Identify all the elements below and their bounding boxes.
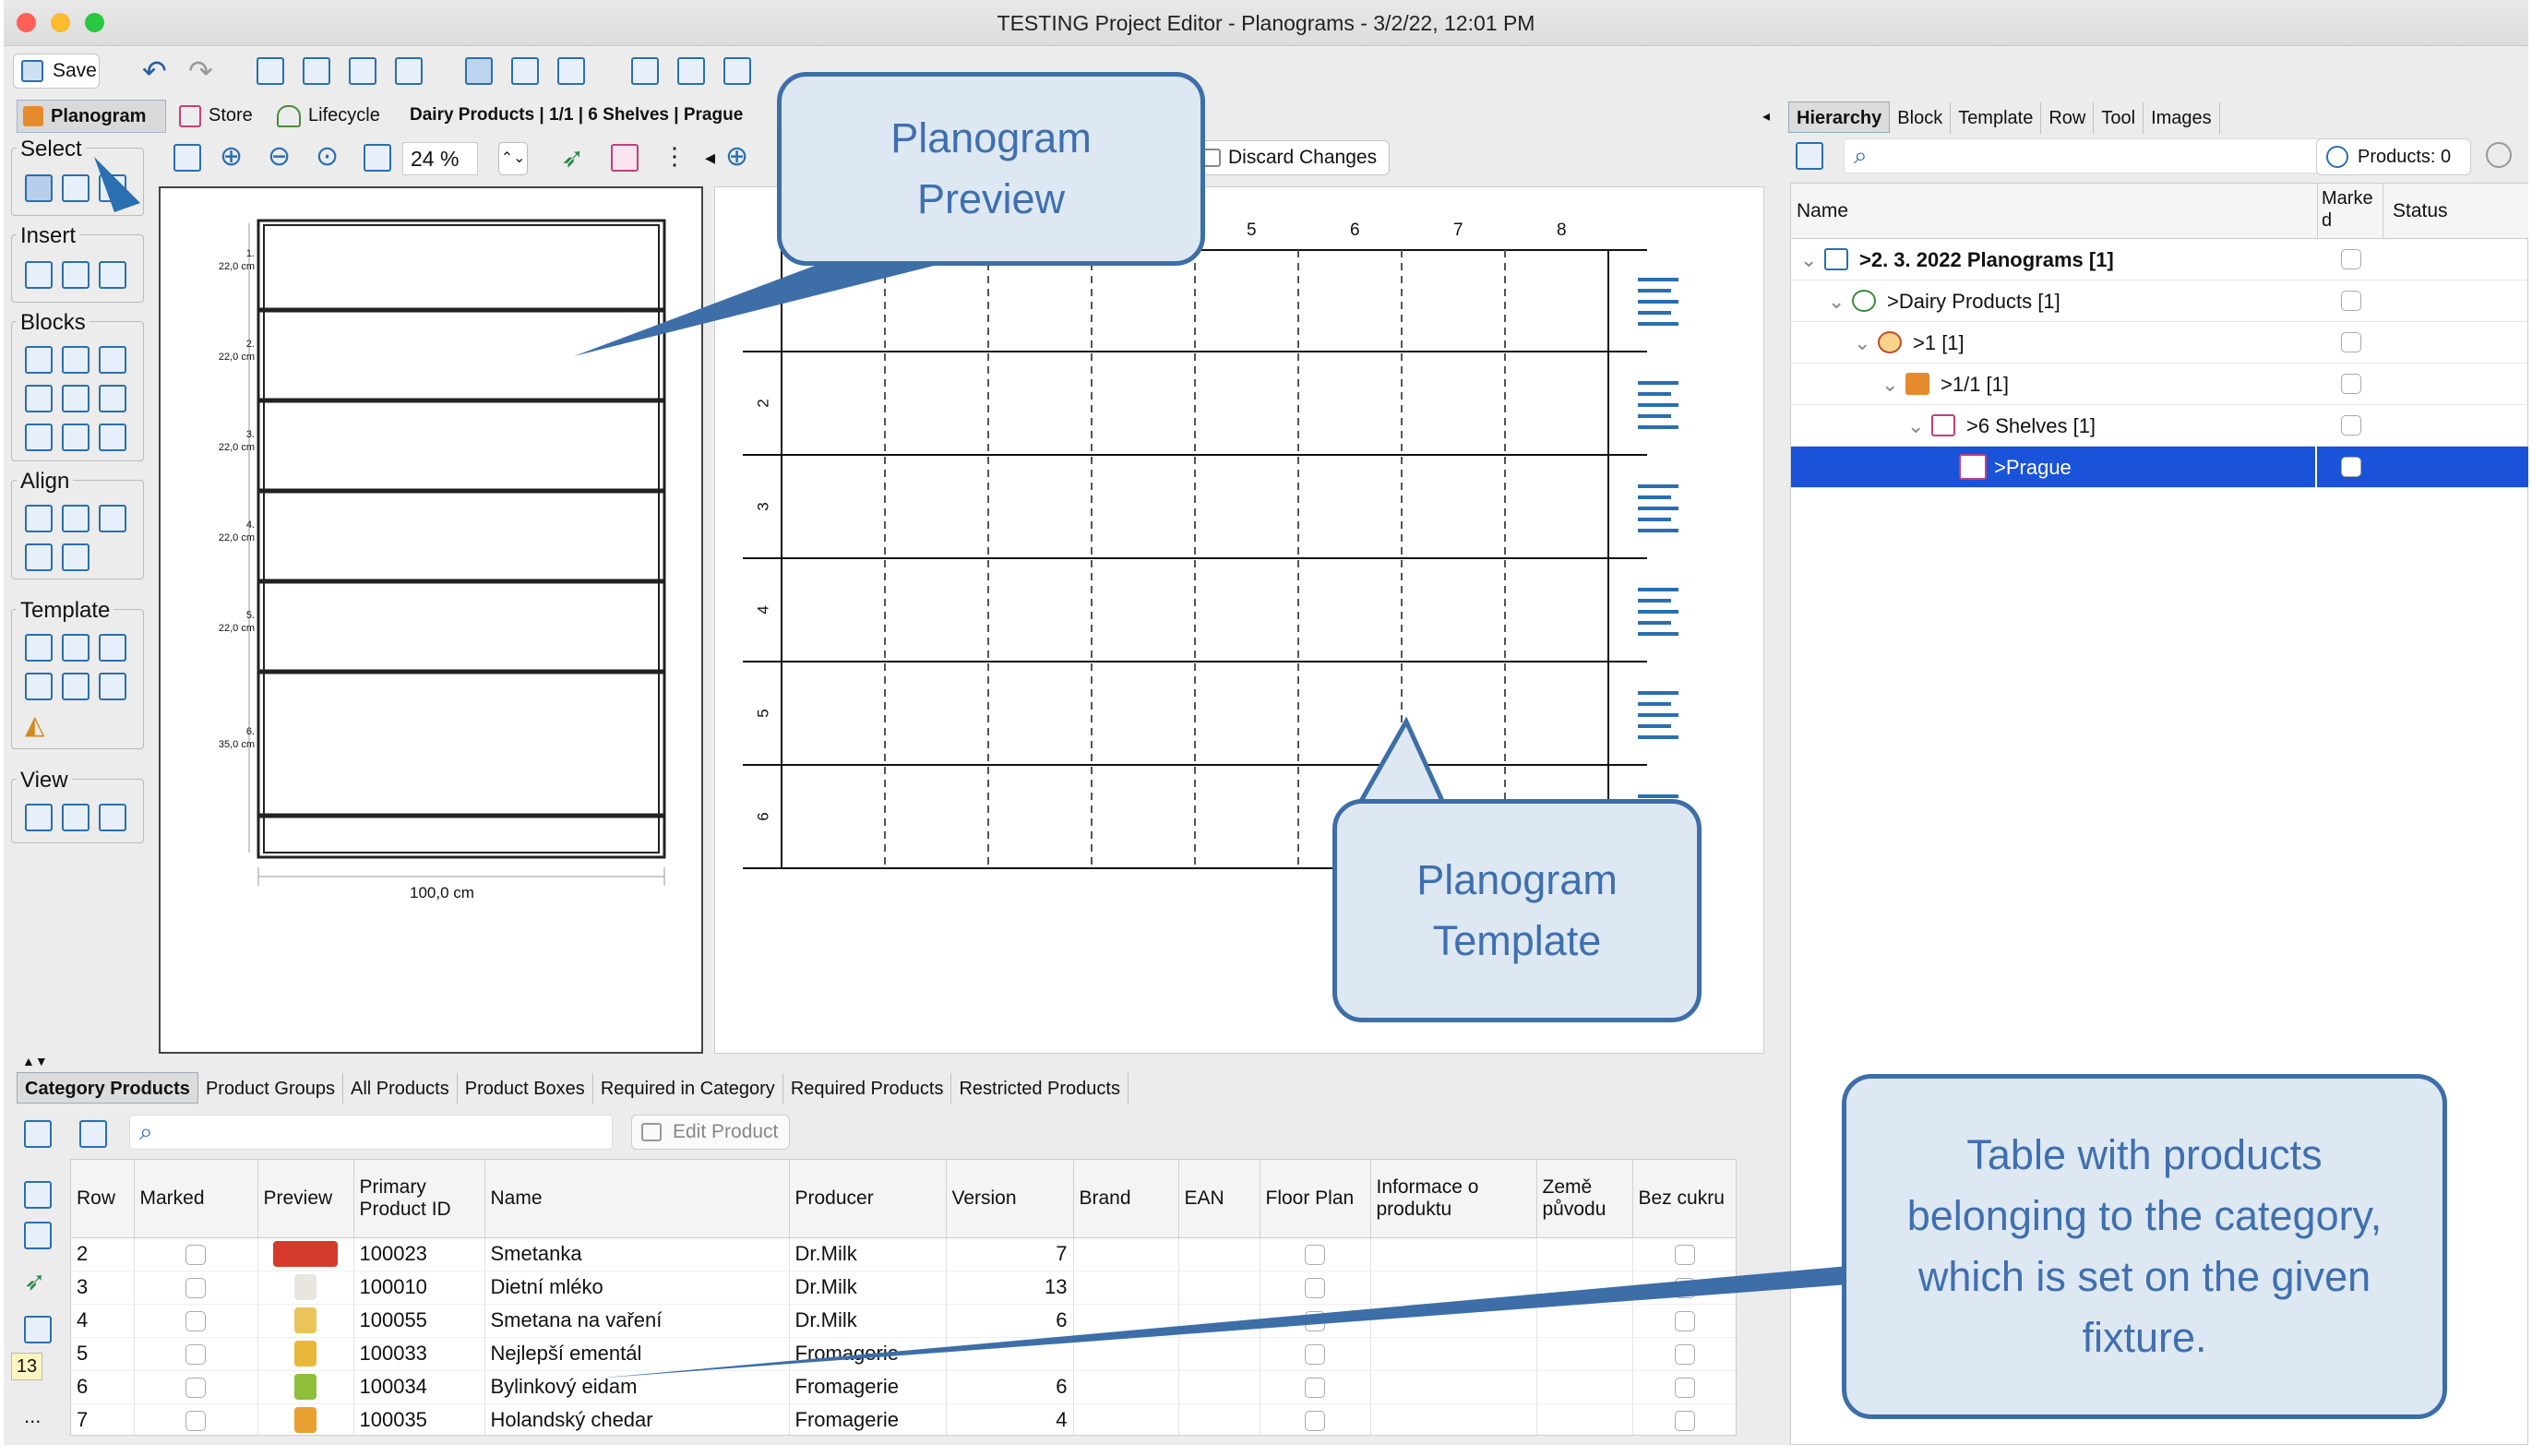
callout-planogram-preview: Planogram Preview [777,72,1205,266]
callout-planogram-template: Planogram Template [1332,799,1702,1022]
callout-product-table: Table with products belonging to the cat… [1842,1074,2447,1419]
app-window: TESTING Project Editor - Planograms - 3/… [4,0,2528,1445]
